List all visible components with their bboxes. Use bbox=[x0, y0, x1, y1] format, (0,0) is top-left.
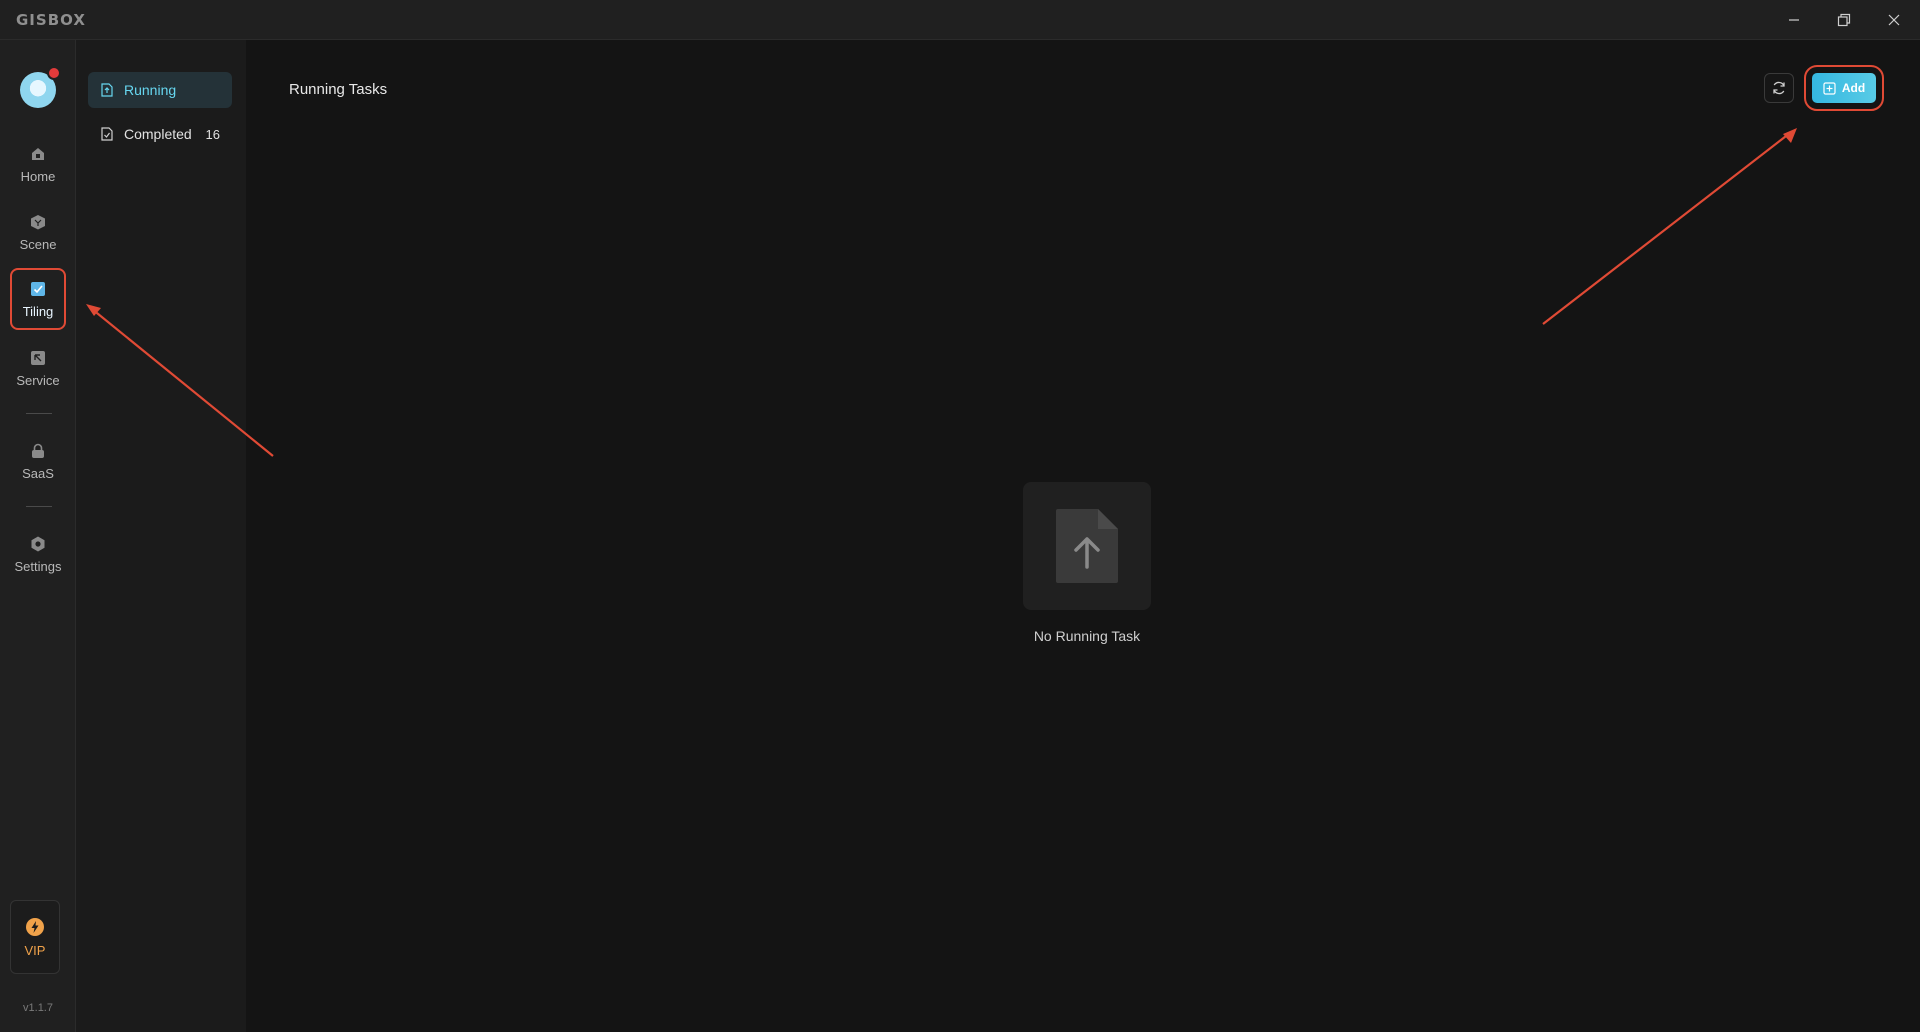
refresh-icon bbox=[1773, 81, 1785, 95]
submenu-label: Completed bbox=[124, 126, 192, 142]
refresh-button[interactable] bbox=[1764, 73, 1794, 103]
nav-label: Service bbox=[16, 372, 60, 388]
nav-label: Home bbox=[20, 168, 56, 184]
nav-label: Scene bbox=[19, 236, 57, 252]
nav-item-tiling[interactable]: Tiling bbox=[10, 268, 66, 330]
title-bar: GISBOX bbox=[0, 0, 1920, 40]
completed-file-icon bbox=[101, 127, 113, 141]
task-submenu: Running Completed 16 bbox=[76, 40, 246, 1032]
submenu-label: Running bbox=[124, 82, 177, 98]
nav-item-scene[interactable]: Scene bbox=[12, 203, 64, 261]
upload-file-icon bbox=[1056, 509, 1118, 583]
nav-label: Settings bbox=[14, 558, 62, 574]
scene-icon bbox=[31, 214, 45, 229]
minimize-button[interactable] bbox=[1774, 6, 1814, 34]
nav-label: SaaS bbox=[22, 465, 54, 481]
gear-icon bbox=[31, 536, 45, 551]
nav-item-settings[interactable]: Settings bbox=[12, 525, 64, 583]
app-brand: GISBOX bbox=[16, 11, 86, 29]
add-icon bbox=[1823, 81, 1836, 95]
lock-icon bbox=[32, 443, 44, 458]
restore-icon bbox=[1837, 13, 1851, 27]
submenu-item-completed[interactable]: Completed 16 bbox=[88, 116, 232, 152]
rail-divider bbox=[26, 413, 52, 414]
empty-state-text: No Running Task bbox=[1033, 628, 1141, 644]
home-icon bbox=[32, 147, 44, 160]
vip-button[interactable]: VIP bbox=[10, 900, 60, 974]
vip-label: VIP bbox=[24, 942, 46, 958]
tiling-icon bbox=[31, 281, 45, 296]
completed-count: 16 bbox=[205, 126, 220, 142]
lightning-icon bbox=[26, 917, 44, 936]
close-icon bbox=[1888, 14, 1900, 26]
empty-icon-box bbox=[1023, 482, 1151, 610]
nav-label: Tiling bbox=[22, 303, 54, 319]
add-button[interactable]: Add bbox=[1804, 65, 1884, 111]
close-button[interactable] bbox=[1874, 6, 1914, 34]
restore-button[interactable] bbox=[1824, 6, 1864, 34]
empty-state: No Running Task bbox=[1019, 482, 1155, 644]
main-panel: Running Tasks Add No Running Task bbox=[246, 40, 1920, 1032]
avatar[interactable] bbox=[20, 66, 61, 108]
add-label: Add bbox=[1841, 81, 1866, 95]
page-title: Running Tasks bbox=[289, 81, 388, 98]
nav-rail: Home Scene Tiling Service SaaS Settings … bbox=[0, 40, 76, 1032]
running-file-icon bbox=[101, 83, 113, 97]
nav-item-service[interactable]: Service bbox=[12, 339, 64, 397]
minimize-icon bbox=[1789, 19, 1799, 21]
notification-badge bbox=[47, 66, 61, 80]
nav-item-saas[interactable]: SaaS bbox=[12, 432, 64, 490]
version-label: v1.1.7 bbox=[23, 1002, 53, 1014]
service-icon bbox=[31, 350, 45, 365]
submenu-item-running[interactable]: Running bbox=[88, 72, 232, 108]
nav-item-home[interactable]: Home bbox=[12, 135, 64, 193]
rail-divider bbox=[26, 506, 52, 507]
